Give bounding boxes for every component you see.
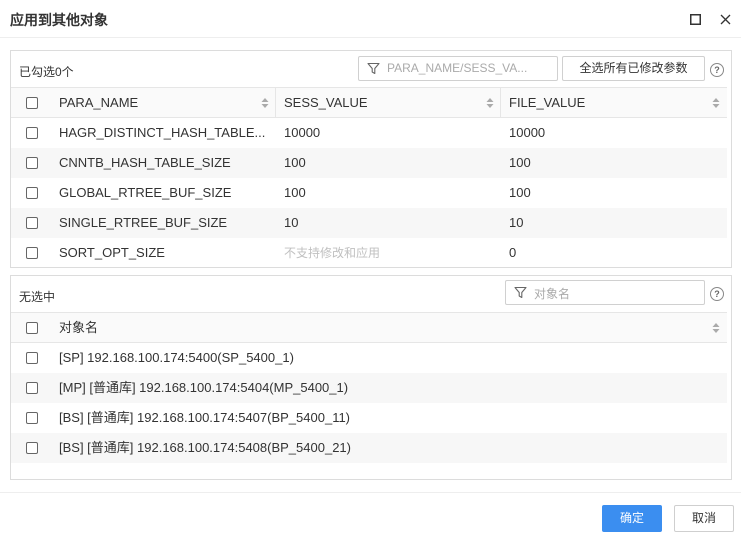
column-divider bbox=[500, 88, 501, 117]
apply-to-objects-dialog: 应用到其他对象 已勾选0个 PARA_NAME/SESS_VA... 全选所有已… bbox=[0, 0, 741, 536]
object-name-cell: [BS] [普通库] 192.168.100.174:5408(BP_5400_… bbox=[59, 440, 351, 455]
table-row[interactable]: GLOBAL_RTREE_BUF_SIZE 100 100 bbox=[11, 178, 727, 208]
parameters-table: PARA_NAME SESS_VALUE FILE_VALUE HAGR_DIS… bbox=[11, 87, 727, 268]
column-header-para-name[interactable]: PARA_NAME bbox=[59, 88, 259, 117]
row-checkbox[interactable] bbox=[26, 352, 38, 364]
parameter-filter-input[interactable]: PARA_NAME/SESS_VA... bbox=[358, 56, 558, 81]
object-name-cell: [SP] 192.168.100.174:5400(SP_5400_1) bbox=[59, 350, 294, 365]
table-row[interactable]: CNNTB_HASH_TABLE_SIZE 100 100 bbox=[11, 148, 727, 178]
para-name-cell: HAGR_DISTINCT_HASH_TABLE... bbox=[59, 125, 266, 140]
dialog-footer: 确定 取消 bbox=[0, 492, 741, 536]
objects-table-header: 对象名 bbox=[11, 312, 727, 343]
para-name-cell: GLOBAL_RTREE_BUF_SIZE bbox=[59, 185, 232, 200]
parameter-filter-placeholder: PARA_NAME/SESS_VA... bbox=[387, 61, 528, 75]
row-checkbox[interactable] bbox=[26, 217, 38, 229]
maximize-icon[interactable] bbox=[686, 10, 704, 28]
close-icon[interactable] bbox=[716, 10, 734, 28]
help-circle-icon[interactable]: ? bbox=[710, 63, 724, 77]
column-divider bbox=[275, 88, 276, 117]
object-filter-placeholder: 对象名 bbox=[534, 287, 571, 301]
sess-value-unsupported-cell: 不支持修改和应用 bbox=[284, 246, 381, 260]
para-name-cell: SORT_OPT_SIZE bbox=[59, 245, 165, 260]
objects-panel-header: 无选中 对象名 ? bbox=[11, 276, 731, 312]
sess-value-cell: 10000 bbox=[284, 125, 321, 140]
table-row[interactable]: SORT_OPT_SIZE 不支持修改和应用 0 bbox=[11, 238, 727, 268]
select-all-objects-checkbox[interactable] bbox=[26, 322, 38, 334]
object-name-cell: [BS] [普通库] 192.168.100.174:5407(BP_5400_… bbox=[59, 410, 351, 425]
para-name-cell: CNNTB_HASH_TABLE_SIZE bbox=[59, 155, 231, 170]
objects-table: 对象名 [SP] 192.168.100.174:5400(SP_5400_1)… bbox=[11, 312, 727, 463]
objects-panel: 无选中 对象名 ? 对象名 [SP] 192.168.100.174:5400(… bbox=[10, 275, 732, 480]
select-all-modified-button[interactable]: 全选所有已修改参数 bbox=[562, 56, 705, 81]
para-name-cell: SINGLE_RTREE_BUF_SIZE bbox=[59, 215, 228, 230]
file-value-cell: 10000 bbox=[509, 125, 546, 140]
column-header-sess-value[interactable]: SESS_VALUE bbox=[284, 88, 484, 117]
list-item[interactable]: [BS] [普通库] 192.168.100.174:5407(BP_5400_… bbox=[11, 403, 727, 433]
object-name-cell: [MP] [普通库] 192.168.100.174:5404(MP_5400_… bbox=[59, 380, 349, 395]
file-value-cell: 10 bbox=[509, 215, 524, 230]
row-checkbox[interactable] bbox=[26, 442, 38, 454]
sess-value-cell: 100 bbox=[284, 185, 306, 200]
parameters-table-header: PARA_NAME SESS_VALUE FILE_VALUE bbox=[11, 87, 727, 118]
sess-value-cell: 100 bbox=[284, 155, 306, 170]
row-checkbox[interactable] bbox=[26, 187, 38, 199]
table-row[interactable]: SINGLE_RTREE_BUF_SIZE 10 10 bbox=[11, 208, 727, 238]
list-item[interactable]: [BS] [普通库] 192.168.100.174:5408(BP_5400_… bbox=[11, 433, 727, 463]
file-value-cell: 100 bbox=[509, 155, 531, 170]
file-value-cell: 100 bbox=[509, 185, 531, 200]
cancel-button[interactable]: 取消 bbox=[674, 505, 734, 532]
column-header-file-value[interactable]: FILE_VALUE bbox=[509, 88, 709, 117]
filter-icon bbox=[367, 62, 380, 78]
dialog-titlebar: 应用到其他对象 bbox=[0, 0, 741, 38]
help-circle-icon[interactable]: ? bbox=[710, 287, 724, 301]
row-checkbox[interactable] bbox=[26, 412, 38, 424]
list-item[interactable]: [MP] [普通库] 192.168.100.174:5404(MP_5400_… bbox=[11, 373, 727, 403]
selected-count-label: 已勾选0个 bbox=[19, 65, 74, 79]
row-checkbox[interactable] bbox=[26, 247, 38, 259]
objects-selected-label: 无选中 bbox=[19, 290, 56, 304]
dialog-title: 应用到其他对象 bbox=[10, 12, 108, 28]
file-value-cell: 0 bbox=[509, 245, 517, 260]
sort-icon[interactable] bbox=[712, 322, 720, 334]
row-checkbox[interactable] bbox=[26, 382, 38, 394]
list-item[interactable]: [SP] 192.168.100.174:5400(SP_5400_1) bbox=[11, 343, 727, 373]
parameters-panel: 已勾选0个 PARA_NAME/SESS_VA... 全选所有已修改参数 ? P… bbox=[10, 50, 732, 268]
row-checkbox[interactable] bbox=[26, 127, 38, 139]
select-all-parameters-checkbox[interactable] bbox=[26, 97, 38, 109]
confirm-button[interactable]: 确定 bbox=[602, 505, 662, 532]
parameters-panel-header: 已勾选0个 PARA_NAME/SESS_VA... 全选所有已修改参数 ? bbox=[11, 51, 731, 87]
filter-icon bbox=[514, 286, 527, 302]
object-filter-input[interactable]: 对象名 bbox=[505, 280, 705, 305]
table-row[interactable]: HAGR_DISTINCT_HASH_TABLE... 10000 10000 bbox=[11, 118, 727, 148]
sort-icon[interactable] bbox=[486, 97, 494, 109]
sort-icon[interactable] bbox=[261, 97, 269, 109]
column-header-object-name[interactable]: 对象名 bbox=[59, 313, 359, 342]
row-checkbox[interactable] bbox=[26, 157, 38, 169]
sess-value-cell: 10 bbox=[284, 215, 299, 230]
sort-icon[interactable] bbox=[712, 97, 720, 109]
